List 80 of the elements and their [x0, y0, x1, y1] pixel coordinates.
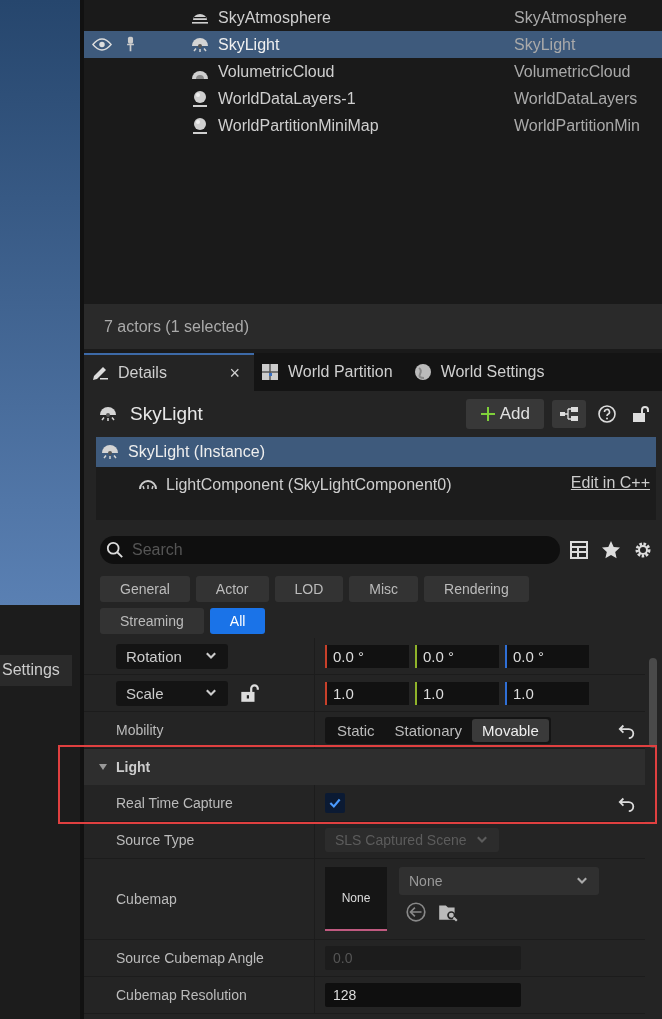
number-field[interactable]: 0.0 ° — [415, 644, 499, 668]
mobility-option[interactable]: Static — [327, 718, 385, 742]
number-field[interactable]: 1.0 — [415, 681, 499, 705]
sky-light-icon — [98, 404, 118, 424]
check-icon — [328, 796, 342, 810]
filter-chip[interactable]: LOD — [274, 576, 344, 602]
cloud-dome-icon — [190, 69, 210, 80]
actor-title: SkyLight — [130, 403, 203, 425]
unlocked-padlock-icon[interactable] — [631, 404, 651, 424]
hierarchy-icon — [559, 406, 579, 422]
panel-tab[interactable]: Details × — [84, 353, 254, 391]
grid-icon — [260, 362, 280, 382]
light-component-icon — [138, 479, 158, 491]
actor-count: 7 actors (1 selected) — [104, 317, 249, 336]
edit-in-cpp-link[interactable]: Edit in C++ — [570, 474, 650, 492]
mobility-option[interactable]: Stationary — [384, 718, 473, 742]
scrollbar[interactable] — [649, 658, 657, 748]
filter-chip[interactable]: Rendering — [424, 576, 529, 602]
transform-dropdown[interactable]: Scale — [116, 680, 228, 706]
component-row[interactable]: LightComponent (SkyLightComponent0) — [138, 470, 452, 500]
actor-type: WorldPartitionMin — [514, 116, 640, 135]
settings-icon[interactable] — [633, 540, 653, 560]
asset-dropdown[interactable]: None — [399, 867, 599, 895]
panel-tab[interactable]: Settings — [0, 655, 72, 686]
property-label: Mobility — [116, 722, 164, 738]
category-label: Light — [116, 759, 151, 775]
table-view-icon[interactable] — [569, 540, 589, 560]
actor-name: WorldDataLayers-1 — [218, 89, 357, 108]
number-field[interactable]: 1.0 — [325, 681, 409, 705]
sphere-icon — [190, 115, 210, 136]
outliner-row[interactable]: WorldDataLayers-1 WorldDataLayers — [84, 85, 662, 112]
panel-tab[interactable]: World Partition — [254, 353, 407, 391]
unlocked-padlock-icon[interactable] — [238, 682, 260, 704]
actor-type: WorldDataLayers — [514, 89, 638, 108]
mobility-option[interactable]: Movable — [472, 718, 549, 742]
sphere-icon — [190, 88, 210, 109]
property-label: Cubemap — [116, 891, 177, 907]
filter-chip[interactable]: Actor — [195, 576, 269, 602]
sky-light-icon — [100, 442, 120, 462]
number-field[interactable]: 1.0 — [505, 681, 589, 705]
panel-tab[interactable]: World Settings — [406, 353, 559, 391]
globe-icon — [412, 362, 433, 382]
actor-name: SkyAtmosphere — [218, 8, 332, 27]
transform-dropdown[interactable]: Rotation — [116, 643, 228, 669]
actor-name: SkyLight — [218, 35, 281, 54]
outliner-row[interactable]: SkyAtmosphere SkyAtmosphere — [84, 4, 662, 31]
actor-type: VolumetricCloud — [514, 62, 631, 81]
number-field[interactable]: 0.0 ° — [325, 644, 409, 668]
outliner-row[interactable]: VolumetricCloud VolumetricCloud — [84, 58, 662, 85]
plus-icon — [479, 406, 496, 422]
number-field[interactable]: 128 — [325, 983, 521, 1007]
property-label: Source Cubemap Angle — [116, 950, 264, 966]
filter-chip[interactable]: All — [209, 608, 266, 634]
checkbox[interactable] — [325, 793, 345, 813]
actor-type: SkyLight — [514, 35, 576, 54]
filter-chip[interactable]: Streaming — [100, 608, 204, 634]
help-icon[interactable] — [597, 404, 617, 424]
pin-icon[interactable] — [126, 36, 135, 53]
property-label: Real Time Capture — [116, 795, 233, 811]
search-icon — [106, 541, 124, 559]
eye-icon[interactable] — [92, 38, 112, 51]
number-field[interactable]: 0.0 ° — [505, 644, 589, 668]
add-button[interactable]: Add — [465, 399, 544, 429]
property-label: Source Type — [116, 832, 195, 848]
search-field[interactable]: Search — [100, 536, 560, 564]
filter-chip[interactable]: General — [100, 576, 190, 602]
outliner-row[interactable]: WorldPartitionMiniMap WorldPartitionMin — [84, 112, 662, 139]
collapse-triangle-icon[interactable] — [98, 762, 108, 772]
category-header[interactable]: Light — [84, 749, 645, 785]
actor-type: SkyAtmosphere — [514, 8, 627, 27]
filter-chip[interactable]: Misc — [349, 576, 419, 602]
close-icon[interactable]: × — [229, 362, 240, 384]
actor-name: VolumetricCloud — [218, 62, 336, 81]
blueprint-button[interactable] — [552, 400, 586, 428]
component-row[interactable]: SkyLight (Instance) — [96, 437, 656, 467]
actor-name: WorldPartitionMiniMap — [218, 116, 380, 135]
property-label: Cubemap Resolution — [116, 987, 247, 1003]
outliner-row[interactable]: SkyLight SkyLight — [84, 31, 662, 58]
star-icon[interactable] — [601, 540, 621, 560]
asset-thumbnail[interactable]: None — [325, 867, 387, 931]
